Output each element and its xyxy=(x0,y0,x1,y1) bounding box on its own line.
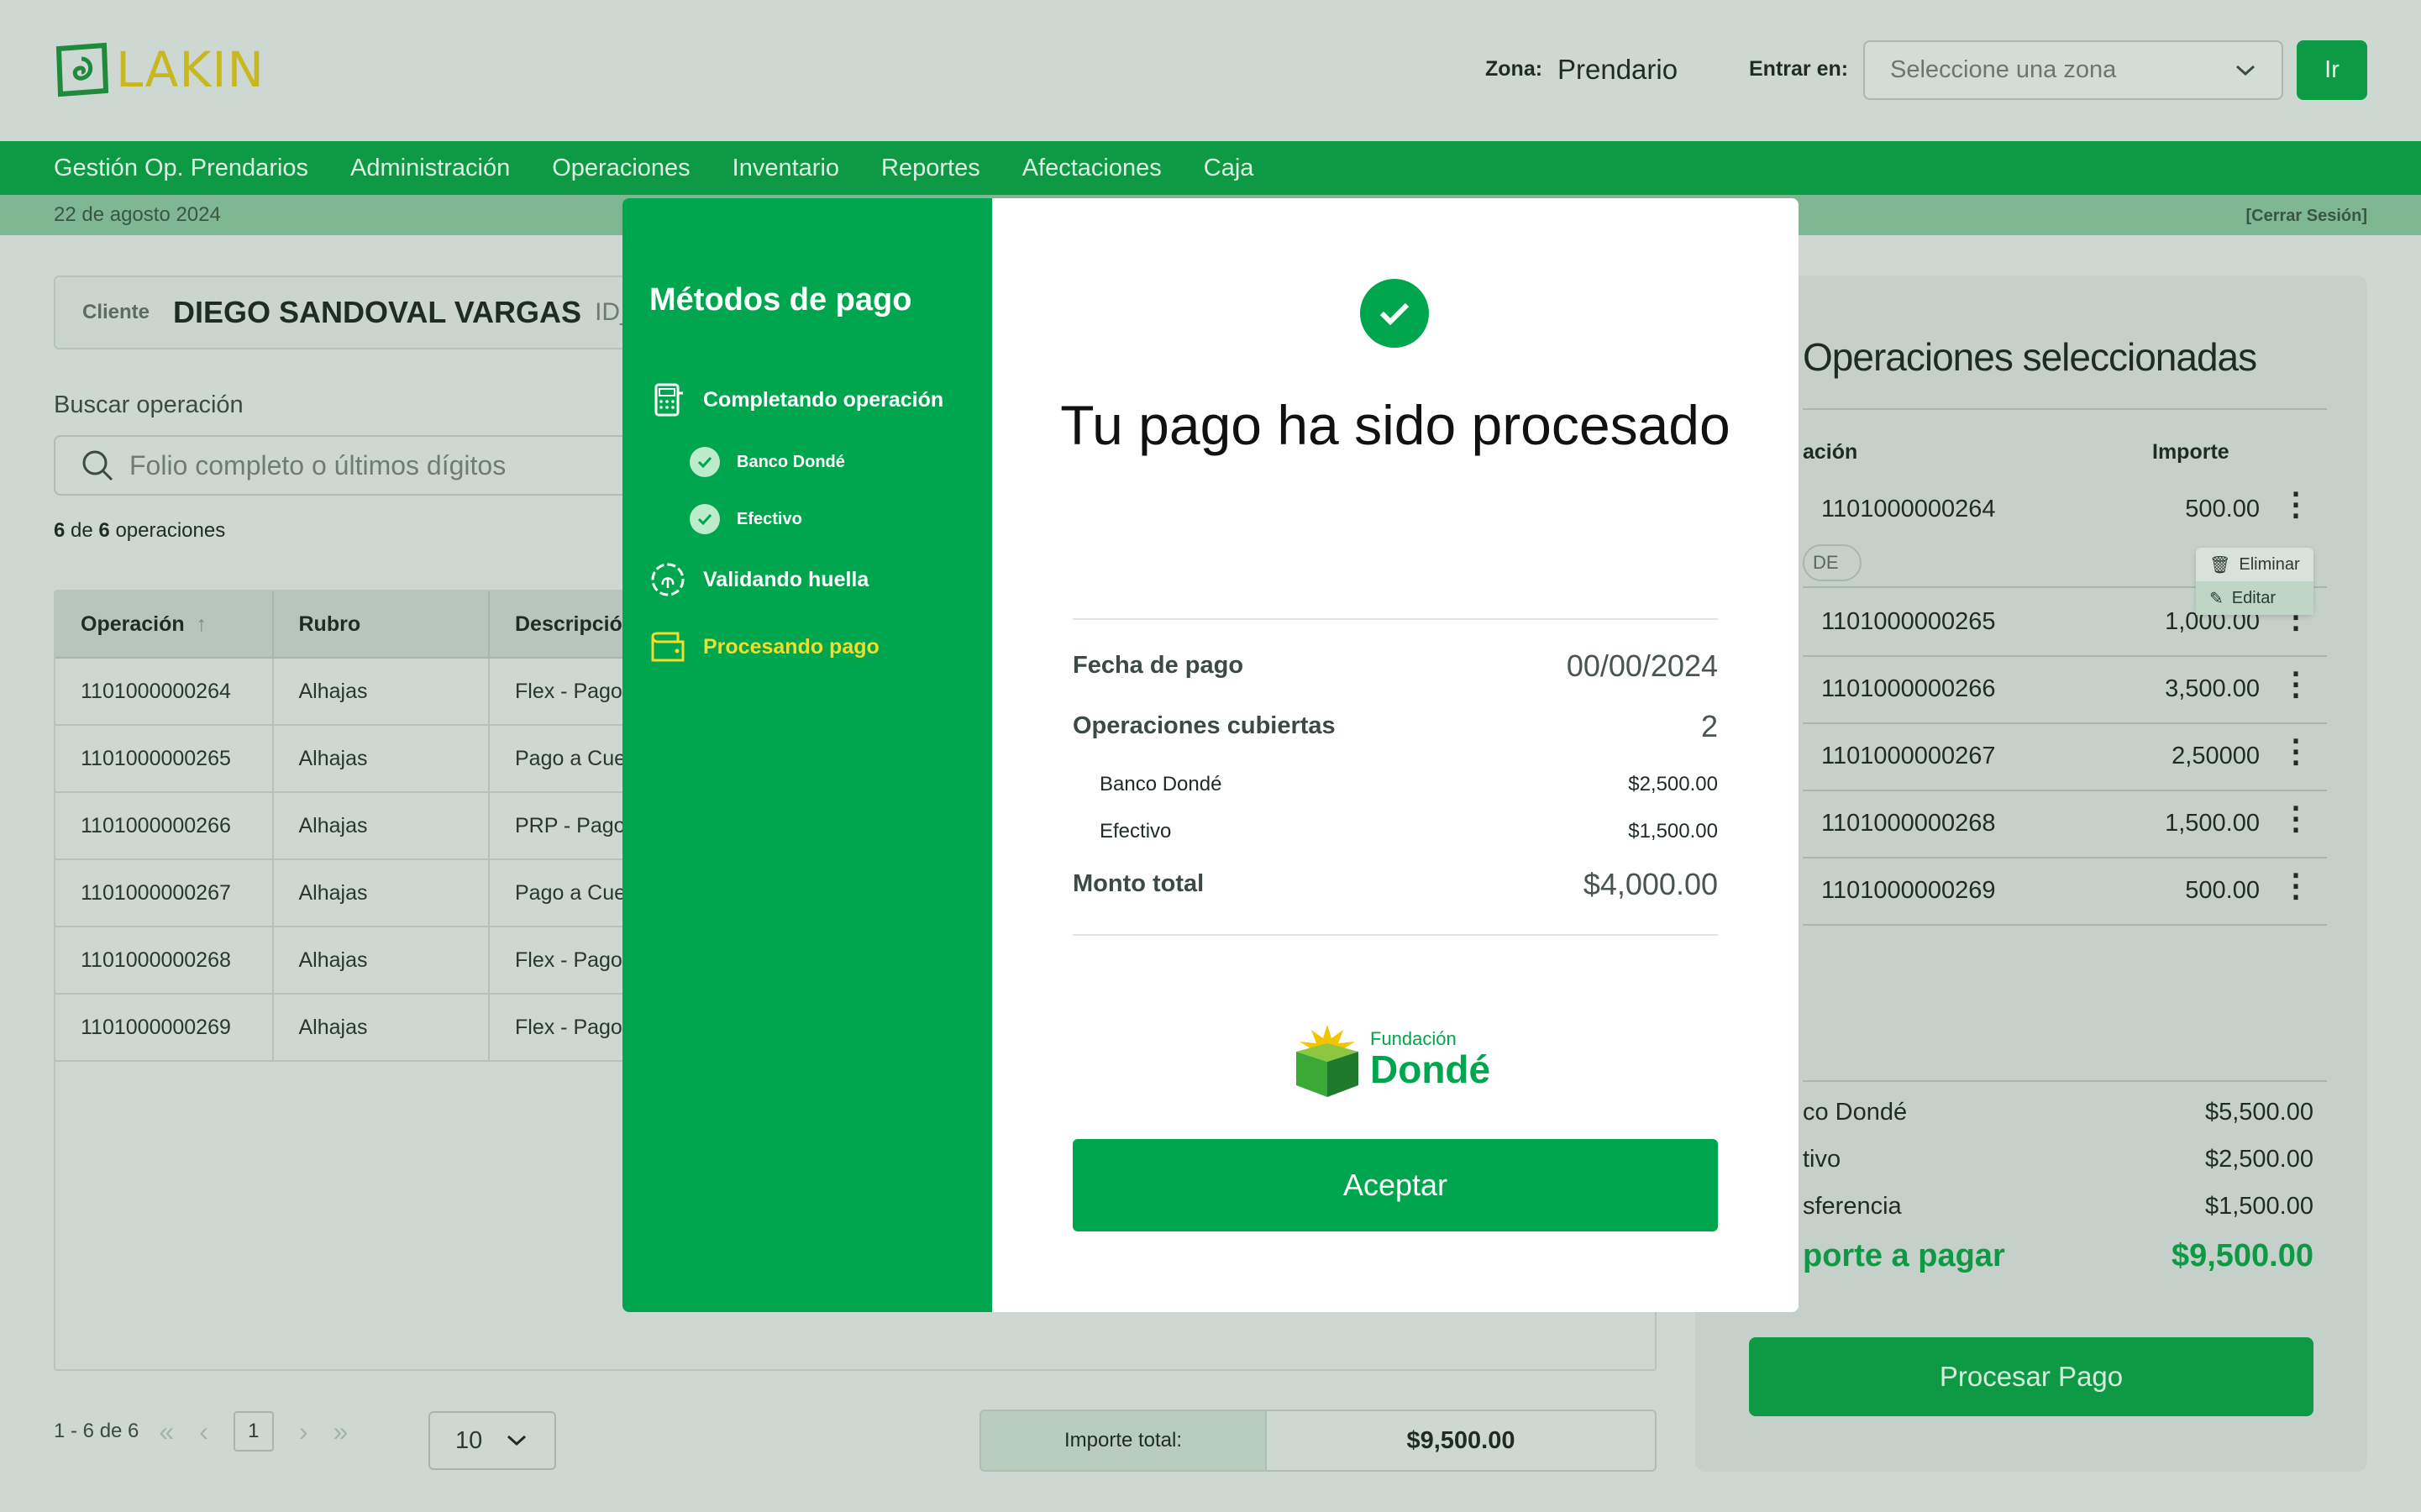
current-date: 22 de agosto 2024 xyxy=(54,203,221,226)
step-validating: Validando huella xyxy=(649,561,869,598)
cube-sun-logo-icon xyxy=(1296,1025,1358,1097)
wallet-icon xyxy=(651,632,685,662)
check-icon xyxy=(690,447,720,477)
search-label: Buscar operación xyxy=(54,391,244,418)
pos-terminal-icon xyxy=(654,383,683,417)
nav-gestion[interactable]: Gestión Op. Prendarios xyxy=(54,155,308,182)
accept-button[interactable]: Aceptar xyxy=(1073,1139,1718,1231)
edit-menu-item[interactable]: ✎ Editar xyxy=(2196,581,2313,615)
last-page-icon[interactable]: » xyxy=(333,1416,349,1447)
importe-total-value: $9,500.00 xyxy=(1406,1426,1515,1454)
divider xyxy=(1073,934,1718,936)
zone-select-placeholder: Seleccione una zona xyxy=(1890,56,2117,83)
nav-reportes[interactable]: Reportes xyxy=(881,155,980,182)
payment-steps-sidebar: Métodos de pago Completando operación Ba… xyxy=(622,198,992,1312)
substep-efectivo: Efectivo xyxy=(690,504,802,534)
chevron-down-icon xyxy=(2235,65,2256,76)
search-input[interactable]: Folio completo o últimos dígitos xyxy=(54,435,642,496)
header-rubro[interactable]: Rubro xyxy=(274,591,490,657)
go-button[interactable]: Ir xyxy=(2297,40,2367,100)
more-vertical-icon[interactable]: ⋮ xyxy=(2280,870,2312,902)
payment-methods-title: Métodos de pago xyxy=(649,282,912,318)
logo-text: LAKIN xyxy=(116,41,265,98)
nav-administracion[interactable]: Administración xyxy=(350,155,510,182)
selected-row: 1101000000266 3,500.00 ⋮ xyxy=(1803,657,2327,724)
selected-row: 1101000000268 1,500.00 ⋮ xyxy=(1803,791,2327,858)
substep-banco: Banco Dondé xyxy=(690,447,845,477)
pagination-range: 1 - 6 de 6 xyxy=(54,1420,139,1442)
more-vertical-icon[interactable]: ⋮ xyxy=(2280,489,2312,521)
client-card: Cliente DIEGO SANDOVAL VARGAS ID_ xyxy=(54,276,642,349)
logout-link[interactable]: [Cerrar Sesión] xyxy=(2246,207,2368,226)
nav-afectaciones[interactable]: Afectaciones xyxy=(1022,155,1162,182)
prev-page-icon[interactable]: ‹ xyxy=(199,1416,208,1447)
trash-icon: 🗑 xyxy=(2209,555,2231,575)
client-label: Cliente xyxy=(82,301,150,323)
summary-total: porte a pagar $9,500.00 xyxy=(1803,1238,2313,1273)
zone-select[interactable]: Seleccione una zona xyxy=(1863,40,2283,100)
fund-big-text: Dondé xyxy=(1370,1047,1491,1091)
delete-menu-item[interactable]: 🗑 Eliminar xyxy=(2196,548,2313,581)
importe-total-label: Importe total: xyxy=(981,1411,1267,1470)
nav-operaciones[interactable]: Operaciones xyxy=(552,155,690,182)
edit-icon: ✎ xyxy=(2209,589,2224,608)
divider xyxy=(1803,408,2327,410)
more-vertical-icon[interactable]: ⋮ xyxy=(2280,803,2312,835)
selected-head-importe: Importe xyxy=(2152,440,2229,464)
summary-line: co Dondé $5,500.00 xyxy=(1803,1099,2313,1126)
success-check-icon xyxy=(1360,279,1429,348)
dialog-title: Tu pago ha sido procesado xyxy=(1060,394,1730,456)
check-icon xyxy=(690,504,720,534)
payment-success-dialog: Tu pago ha sido procesado Fecha de pago … xyxy=(992,198,1799,1312)
divider xyxy=(1073,618,1718,620)
more-vertical-icon[interactable]: ⋮ xyxy=(2280,669,2312,701)
search-placeholder: Folio completo o últimos dígitos xyxy=(129,449,507,480)
step-completing: Completando operación xyxy=(649,381,943,418)
chevron-down-icon xyxy=(507,1435,527,1446)
entrar-label: Entrar en: xyxy=(1749,57,1849,81)
lakin-logo[interactable]: LAKIN xyxy=(52,40,265,99)
client-name: DIEGO SANDOVAL VARGAS xyxy=(173,295,582,329)
search-icon xyxy=(82,450,113,481)
selected-head-op: ación xyxy=(1803,440,1858,464)
more-vertical-icon[interactable]: ⋮ xyxy=(2280,736,2312,768)
sort-up-icon: ↑ xyxy=(196,612,207,636)
summary-line: tivo $2,500.00 xyxy=(1803,1146,2313,1173)
operations-count: 6 de 6 operaciones xyxy=(54,519,226,542)
selected-row: 1101000000267 2,50000 ⋮ xyxy=(1803,724,2327,791)
importe-total: Importe total: $9,500.00 xyxy=(979,1410,1657,1472)
page-number[interactable]: 1 xyxy=(233,1411,274,1452)
selected-title: Operaciones seleccionadas xyxy=(1803,335,2257,379)
header-operacion[interactable]: Operación ↑ xyxy=(55,591,274,657)
main-nav: Gestión Op. Prendarios Administración Op… xyxy=(0,141,2421,195)
method-tag: DE xyxy=(1803,544,1862,581)
spiral-logo-icon xyxy=(55,42,109,97)
selected-row: 1101000000269 500.00 ⋮ xyxy=(1803,858,2327,926)
nav-inventario[interactable]: Inventario xyxy=(733,155,839,182)
summary-line: sferencia $1,500.00 xyxy=(1803,1193,2313,1220)
row-context-menu: 🗑 Eliminar ✎ Editar xyxy=(2196,548,2313,615)
pagination: 1 - 6 de 6 « ‹ 1 › » xyxy=(54,1411,373,1452)
process-payment-button[interactable]: Procesar Pago xyxy=(1749,1337,2313,1416)
next-page-icon[interactable]: › xyxy=(299,1416,308,1447)
zona-label: Zona: xyxy=(1485,57,1543,81)
fingerprint-icon xyxy=(651,563,685,596)
per-page-select[interactable]: 10 xyxy=(428,1411,556,1470)
fundacion-donde-logo: Fundación Dondé xyxy=(1291,1018,1490,1099)
nav-caja[interactable]: Caja xyxy=(1204,155,1254,182)
zona-value: Prendario xyxy=(1557,54,1678,85)
app-header: LAKIN Zona: Prendario Entrar en: Selecci… xyxy=(0,0,2421,141)
divider xyxy=(1803,1080,2327,1082)
first-page-icon[interactable]: « xyxy=(159,1416,174,1447)
step-processing: Procesando pago xyxy=(649,628,880,665)
